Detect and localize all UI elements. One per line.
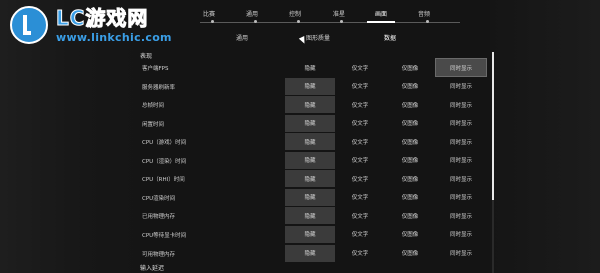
row-label: 可用物理内存 [142,251,176,258]
row-label: 已用物理内存 [142,214,176,221]
option-text-only[interactable]: 仅文字 [335,78,385,95]
logo-l-icon [10,6,48,44]
row-label: 客户端FPS [142,66,169,72]
option-hide[interactable]: 隐藏 [285,244,335,262]
table-row: 已用物理内存 隐藏 仅文字 仅图像 同时显示 [140,207,490,225]
option-both[interactable]: 同时显示 [436,226,486,243]
option-graph-only[interactable]: 仅图像 [385,245,435,262]
option-graph-only[interactable]: 仅图像 [385,59,435,76]
option-both[interactable]: 同时显示 [436,245,486,262]
row-label: CPU（渲染）时间 [142,158,187,165]
tab-dot-icon [340,20,343,23]
table-row: 闲置时间 隐藏 仅文字 仅图像 同时显示 [140,114,490,132]
option-text-only[interactable]: 仅文字 [335,133,385,150]
tab-dot-icon [297,20,300,23]
row-label: CPU渲染时间 [142,195,176,202]
option-graph-only[interactable]: 仅图像 [385,170,435,187]
tab-crosshair[interactable]: 准星 [333,9,345,18]
option-text-only[interactable]: 仅文字 [335,115,385,132]
background-right-panel [490,0,600,273]
table-row: 服务器刷新率 隐藏 仅文字 仅图像 同时显示 [140,77,490,95]
table-row: CPU（RHI）时间 隐藏 仅文字 仅图像 同时显示 [140,170,490,188]
option-hide[interactable]: 隐藏 [285,77,335,95]
table-row: CPU（游戏）时间 隐藏 仅文字 仅图像 同时显示 [140,133,490,151]
tab-video[interactable]: 画面 [375,9,387,18]
option-both[interactable]: 同时显示 [436,152,486,169]
tab-match[interactable]: 比赛 [203,9,215,18]
option-hide[interactable]: 隐藏 [285,133,335,151]
table-row: CPU等待显卡时间 隐藏 仅文字 仅图像 同时显示 [140,225,490,243]
option-both[interactable]: 同时显示 [436,170,486,187]
option-graph-only[interactable]: 仅图像 [385,189,435,206]
option-hide[interactable]: 隐藏 [285,151,335,169]
watermark-title: LC游戏网 [56,5,149,30]
row-label: CPU等待显卡时间 [142,232,187,239]
row-label: 闲置时间 [142,121,165,128]
option-hide[interactable]: 隐藏 [285,207,335,225]
option-hide[interactable]: 隐藏 [285,59,335,76]
option-hide[interactable]: 隐藏 [285,114,335,132]
table-row: 客户端FPS 隐藏 仅文字 仅图像 同时显示 [140,58,490,77]
option-text-only[interactable]: 仅文字 [335,59,385,76]
option-graph-only[interactable]: 仅图像 [385,133,435,150]
section-input-latency: 输入延迟 [140,265,165,272]
tab-divider [200,22,460,23]
option-text-only[interactable]: 仅文字 [335,170,385,187]
option-graph-only[interactable]: 仅图像 [385,96,435,113]
option-both[interactable]: 同时显示 [436,133,486,150]
table-row: 可用物理内存 隐藏 仅文字 仅图像 同时显示 [140,244,490,262]
table-row: CPU渲染时间 隐藏 仅文字 仅图像 同时显示 [140,188,490,206]
row-label: CPU（RHI）时间 [142,177,185,184]
option-hide[interactable]: 隐藏 [285,188,335,206]
option-both[interactable]: 同时显示 [436,207,486,224]
tab-dot-icon [426,20,429,23]
tab-audio[interactable]: 音频 [418,9,430,18]
option-hide[interactable]: 隐藏 [285,96,335,114]
tab-controls[interactable]: 控制 [289,9,301,18]
option-both[interactable]: 同时显示 [436,96,486,113]
option-text-only[interactable]: 仅文字 [335,226,385,243]
option-both[interactable]: 同时显示 [435,58,487,77]
table-row: CPU（渲染）时间 隐藏 仅文字 仅图像 同时显示 [140,151,490,169]
subtab-graphics-quality[interactable]: 图形质量 [306,33,330,42]
option-hide[interactable]: 隐藏 [285,225,335,243]
option-hide[interactable]: 隐藏 [285,170,335,188]
option-graph-only[interactable]: 仅图像 [385,152,435,169]
option-both[interactable]: 同时显示 [436,115,486,132]
option-graph-only[interactable]: 仅图像 [385,207,435,224]
tab-dot-icon [254,20,257,23]
active-tab-indicator [367,21,395,23]
option-both[interactable]: 同时显示 [436,78,486,95]
subtab-general[interactable]: 通用 [236,33,248,42]
option-text-only[interactable]: 仅文字 [335,245,385,262]
tab-general[interactable]: 通用 [246,9,258,18]
option-graph-only[interactable]: 仅图像 [385,226,435,243]
watermark-url: www.linkchic.com [56,30,172,44]
table-row: 总帧时间 隐藏 仅文字 仅图像 同时显示 [140,96,490,114]
option-text-only[interactable]: 仅文字 [335,152,385,169]
option-text-only[interactable]: 仅文字 [335,96,385,113]
option-graph-only[interactable]: 仅图像 [385,115,435,132]
option-graph-only[interactable]: 仅图像 [385,78,435,95]
scrollbar-thumb[interactable] [492,52,494,200]
option-both[interactable]: 同时显示 [436,189,486,206]
tab-dot-icon [211,20,214,23]
subtab-stats[interactable]: 数据 [384,33,396,42]
row-label: 总帧时间 [142,103,165,110]
option-text-only[interactable]: 仅文字 [335,189,385,206]
option-text-only[interactable]: 仅文字 [335,207,385,224]
row-label: 服务器刷新率 [142,84,176,91]
watermark-logo: LC游戏网 www.linkchic.com [10,6,172,44]
row-label: CPU（游戏）时间 [142,140,187,147]
